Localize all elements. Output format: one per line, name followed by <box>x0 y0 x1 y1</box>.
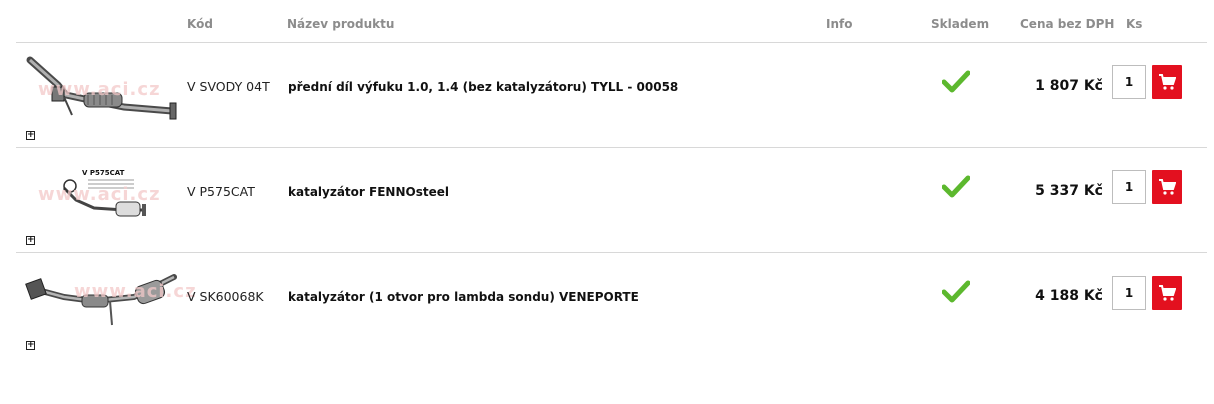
expand-row-icon[interactable]: + <box>26 131 35 140</box>
product-name[interactable]: katalyzátor (1 otvor pro lambda sondu) V… <box>288 290 639 304</box>
column-header-qty: Ks <box>1126 17 1143 31</box>
catalyst-diagram-icon[interactable]: www.aci.cz V P575CAT <box>24 164 179 236</box>
catalyst-pipe-icon[interactable]: www.aci.cz <box>24 267 196 339</box>
product-name[interactable]: přední díl výfuku 1.0, 1.4 (bez katalyzá… <box>288 80 678 94</box>
add-to-cart-button[interactable] <box>1152 65 1182 99</box>
product-code: V SVODY 04T <box>187 79 270 94</box>
cart-icon <box>1159 179 1176 195</box>
cart-icon <box>1159 285 1176 301</box>
product-price: 4 188 Kč <box>1035 288 1103 304</box>
product-price: 1 807 Kč <box>1035 78 1103 94</box>
quantity-input[interactable] <box>1112 276 1146 310</box>
column-header-stock: Skladem <box>931 17 990 31</box>
cart-icon <box>1159 74 1176 90</box>
in-stock-check-icon <box>942 280 970 303</box>
product-code: V P575CAT <box>187 184 255 199</box>
product-price: 5 337 Kč <box>1035 183 1103 199</box>
add-to-cart-button[interactable] <box>1152 170 1182 204</box>
watermark: www.aci.cz <box>38 184 161 205</box>
table-row: www.aci.cz + V SVODY 04T přední díl výfu… <box>0 43 1214 148</box>
quantity-input[interactable] <box>1112 170 1146 204</box>
column-header-price: Cena bez DPH <box>1020 17 1115 31</box>
watermark: www.aci.cz <box>74 281 197 302</box>
table-row: www.aci.cz + V SK60068K katalyzátor (1 o… <box>0 253 1214 358</box>
product-code: V SK60068K <box>187 289 264 304</box>
exhaust-pipe-icon[interactable]: www.aci.cz <box>24 55 179 127</box>
in-stock-check-icon <box>942 175 970 198</box>
watermark: www.aci.cz <box>38 79 161 100</box>
column-header-info: Info <box>826 17 853 31</box>
table-row: www.aci.cz V P575CAT + V P575CAT katalyz… <box>0 148 1214 253</box>
product-name[interactable]: katalyzátor FENNOsteel <box>288 185 449 199</box>
add-to-cart-button[interactable] <box>1152 276 1182 310</box>
quantity-input[interactable] <box>1112 65 1146 99</box>
expand-row-icon[interactable]: + <box>26 236 35 245</box>
in-stock-check-icon <box>942 70 970 93</box>
column-header-name: Název produktu <box>287 17 395 31</box>
diagram-label: V P575CAT <box>82 169 125 177</box>
column-header-code: Kód <box>187 17 213 31</box>
expand-row-icon[interactable]: + <box>26 341 35 350</box>
